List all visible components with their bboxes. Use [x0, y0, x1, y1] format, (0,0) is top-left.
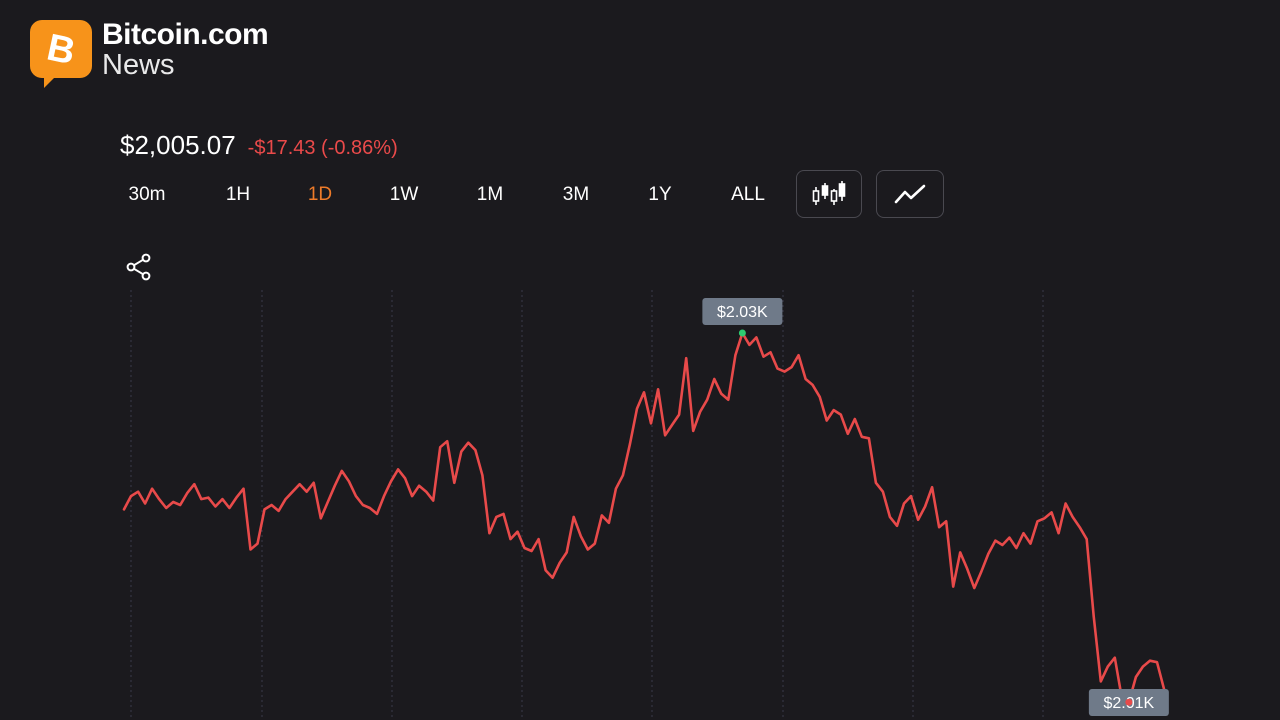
price-line — [122, 331, 1166, 704]
high-price-label: $2.03K — [702, 298, 783, 325]
high-price-marker — [738, 329, 746, 337]
price-line-chart[interactable]: $2.03K$2.01K — [0, 0, 1280, 720]
high-price-label-text: $2.03K — [717, 304, 768, 321]
chart-widget: B Bitcoin.com News $2,005.07 -$17.43 (-0… — [0, 0, 1280, 720]
low-price-marker — [1125, 698, 1133, 706]
chart-grid — [130, 290, 1044, 720]
